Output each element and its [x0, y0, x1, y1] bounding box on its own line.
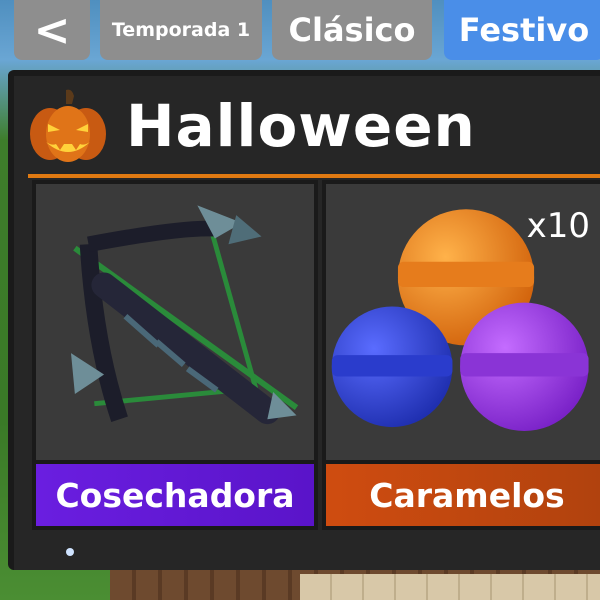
indicator-dot	[66, 548, 74, 556]
header-divider	[28, 174, 600, 178]
tab-classic[interactable]: Clásico	[272, 0, 432, 60]
back-button[interactable]: <	[14, 0, 90, 60]
page-title: Halloween	[126, 92, 476, 160]
item-card-cosechadora[interactable]: Cosechadora	[32, 180, 318, 530]
crossbow-icon	[70, 205, 299, 425]
tab-season-1[interactable]: Temporada 1	[100, 0, 262, 60]
item-label-cosechadora: Cosechadora	[36, 460, 314, 526]
item-quantity: x10	[526, 206, 590, 246]
event-header: Halloween	[28, 84, 476, 168]
wooden-planks	[300, 574, 600, 600]
pumpkin-icon	[30, 89, 106, 162]
item-card-caramelos[interactable]: x10 Caramelos	[322, 180, 600, 530]
item-label-caramelos: Caramelos	[326, 460, 600, 526]
tab-festive[interactable]: Festivo	[444, 0, 600, 60]
